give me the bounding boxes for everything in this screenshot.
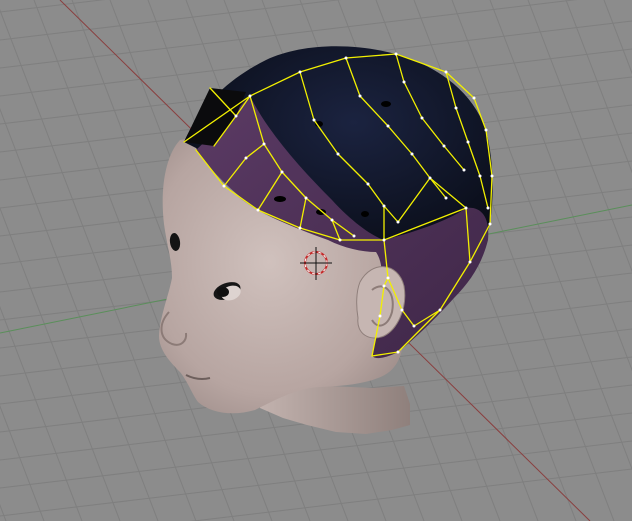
selected-vertex[interactable] <box>234 114 238 118</box>
selected-vertex[interactable] <box>298 226 302 230</box>
selected-vertex[interactable] <box>462 168 466 172</box>
selected-vertex[interactable] <box>486 206 490 210</box>
selected-vertex[interactable] <box>256 208 260 212</box>
selected-vertex[interactable] <box>402 80 406 84</box>
selected-vertex[interactable] <box>396 350 400 354</box>
selected-vertex[interactable] <box>454 106 458 110</box>
selected-vertex[interactable] <box>428 176 432 180</box>
selected-vertex[interactable] <box>444 196 448 200</box>
selected-vertex[interactable] <box>472 96 476 100</box>
selected-vertex[interactable] <box>386 124 390 128</box>
selected-vertex[interactable] <box>394 52 398 56</box>
selected-vertex[interactable] <box>244 156 248 160</box>
selected-vertex[interactable] <box>280 170 284 174</box>
selected-vertex[interactable] <box>262 142 266 146</box>
selected-vertex[interactable] <box>396 220 400 224</box>
selected-vertex[interactable] <box>438 308 442 312</box>
hair-spot-1 <box>381 101 391 107</box>
selected-vertex[interactable] <box>338 238 342 242</box>
selected-vertex[interactable] <box>298 70 302 74</box>
selected-vertex[interactable] <box>464 206 468 210</box>
selected-vertex[interactable] <box>444 70 448 74</box>
left-eye-pupil <box>217 287 229 297</box>
selected-vertex[interactable] <box>442 144 446 148</box>
selected-vertex[interactable] <box>478 174 482 178</box>
selected-vertex[interactable] <box>484 128 488 132</box>
3d-viewport[interactable] <box>0 0 632 521</box>
selected-vertex[interactable] <box>410 152 414 156</box>
selected-vertex[interactable] <box>488 222 492 226</box>
hair-spot-4 <box>274 196 286 202</box>
selected-vertex[interactable] <box>490 174 494 178</box>
viewport-canvas[interactable] <box>0 0 632 521</box>
selected-vertex[interactable] <box>378 314 382 318</box>
hair-spot-5 <box>361 211 369 217</box>
selected-vertex[interactable] <box>420 116 424 120</box>
selected-vertex[interactable] <box>248 94 252 98</box>
selected-vertex[interactable] <box>358 94 362 98</box>
selected-vertex[interactable] <box>382 284 386 288</box>
selected-vertex[interactable] <box>468 260 472 264</box>
selected-vertex[interactable] <box>382 204 386 208</box>
selected-vertex[interactable] <box>304 196 308 200</box>
selected-vertex[interactable] <box>312 118 316 122</box>
selected-vertex[interactable] <box>336 152 340 156</box>
selected-vertex[interactable] <box>222 184 226 188</box>
selected-vertex[interactable] <box>466 140 470 144</box>
selected-vertex[interactable] <box>412 324 416 328</box>
selected-vertex[interactable] <box>386 276 390 280</box>
selected-vertex[interactable] <box>366 182 370 186</box>
selected-vertex[interactable] <box>330 218 334 222</box>
selected-vertex[interactable] <box>352 234 356 238</box>
selected-vertex[interactable] <box>344 56 348 60</box>
selected-vertex[interactable] <box>382 238 386 242</box>
selected-vertex[interactable] <box>400 308 404 312</box>
